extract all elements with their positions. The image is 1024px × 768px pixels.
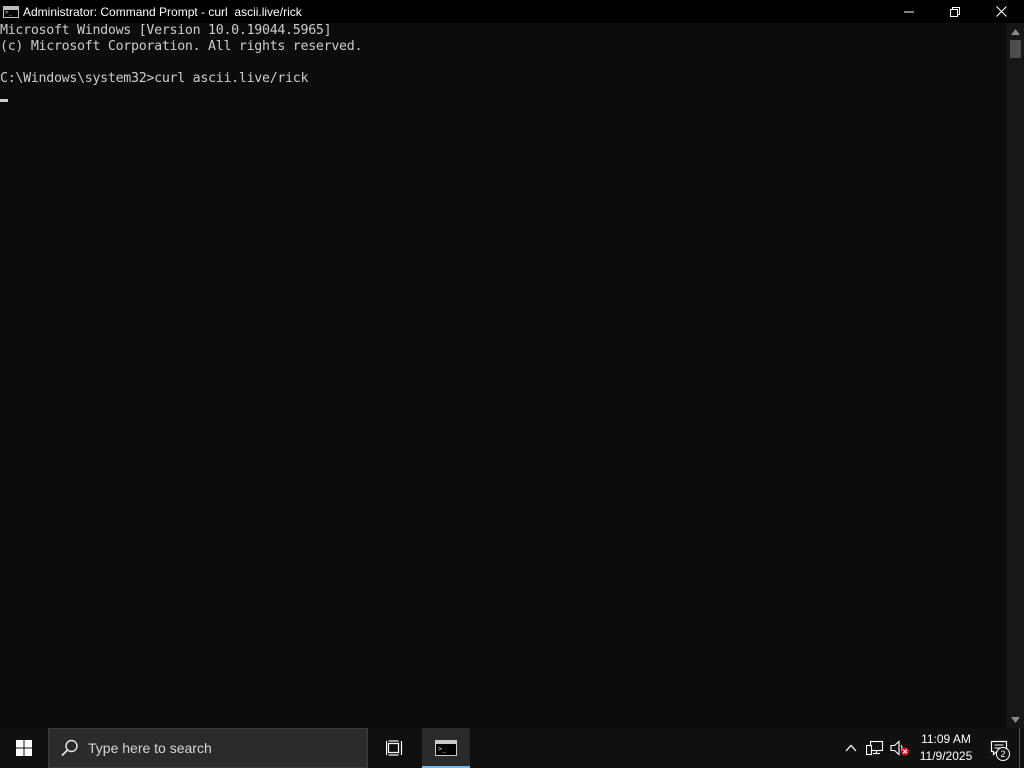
- taskbar: Type here to search >_ 11:09 AM 11/9/202…: [0, 728, 1024, 768]
- scroll-up-icon: [1011, 28, 1020, 35]
- text-cursor: [0, 99, 8, 102]
- minimize-button[interactable]: [886, 0, 932, 23]
- window-controls: [886, 0, 1024, 23]
- taskbar-clock[interactable]: 11:09 AM 11/9/2025: [913, 728, 979, 768]
- volume-button[interactable]: [887, 728, 913, 768]
- command-prompt-window: Administrator: Command Prompt - curl asc…: [0, 0, 1024, 728]
- close-icon: [995, 6, 1007, 17]
- start-button[interactable]: [0, 728, 48, 768]
- system-tray: 11:09 AM 11/9/2025 2: [839, 728, 1024, 768]
- taskbar-search-box[interactable]: Type here to search: [48, 728, 368, 768]
- cmd-icon[interactable]: [3, 5, 19, 18]
- title-bar[interactable]: Administrator: Command Prompt - curl asc…: [0, 0, 1024, 23]
- taskbar-app-command-prompt[interactable]: [422, 728, 470, 768]
- network-button[interactable]: [863, 728, 887, 768]
- scroll-down-icon: [1011, 716, 1020, 723]
- console-line: C:\Windows\system32>curl ascii.live/rick: [0, 71, 309, 86]
- console-line: (c) Microsoft Corporation. All rights re…: [0, 39, 363, 54]
- windows-logo-icon: [16, 740, 32, 756]
- scroll-down-button[interactable]: [1007, 711, 1024, 728]
- minimize-icon: [904, 11, 914, 12]
- window-title: Administrator: Command Prompt - curl asc…: [23, 4, 302, 19]
- task-view-icon: [386, 740, 403, 756]
- clock-time: 11:09 AM: [921, 732, 971, 746]
- scrollbar-thumb[interactable]: [1010, 40, 1021, 58]
- restore-button[interactable]: [932, 0, 978, 23]
- search-icon: [61, 739, 79, 757]
- scroll-up-button[interactable]: [1007, 23, 1024, 40]
- volume-muted-icon: [890, 740, 909, 756]
- vertical-scrollbar[interactable]: [1007, 23, 1024, 728]
- network-icon: [866, 740, 884, 756]
- task-view-button[interactable]: [371, 728, 419, 768]
- search-placeholder: Type here to search: [88, 740, 212, 756]
- cmd-icon: [435, 740, 457, 756]
- close-button[interactable]: [978, 0, 1024, 23]
- action-center-button[interactable]: 2: [979, 728, 1019, 768]
- console-line: Microsoft Windows [Version 10.0.19044.59…: [0, 23, 332, 38]
- show-hidden-icons-button[interactable]: [839, 728, 863, 768]
- show-desktop-button[interactable]: [1019, 728, 1024, 768]
- notification-count-badge: 2: [996, 747, 1010, 761]
- restore-icon: [950, 6, 960, 17]
- clock-date: 11/9/2025: [919, 749, 973, 763]
- console-output[interactable]: Microsoft Windows [Version 10.0.19044.59…: [0, 23, 1007, 728]
- chevron-up-icon: [845, 744, 857, 752]
